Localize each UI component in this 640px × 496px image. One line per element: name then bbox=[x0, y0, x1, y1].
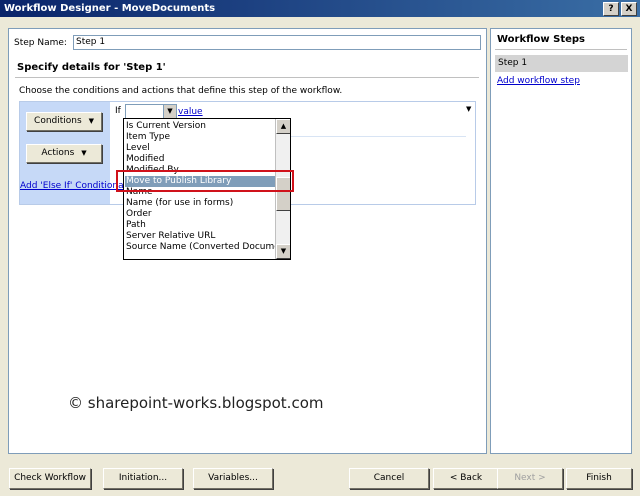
next-button[interactable]: Next > bbox=[497, 468, 563, 489]
actions-button-label: Actions bbox=[41, 148, 75, 158]
workflow-steps-pane: Workflow Steps Step 1 Add workflow step bbox=[490, 28, 632, 454]
chevron-down-icon: ▼ bbox=[81, 149, 87, 157]
conditions-button[interactable]: Conditions ▼ bbox=[26, 112, 102, 131]
step-name-label: Step Name: bbox=[14, 38, 67, 48]
chevron-down-icon[interactable]: ▼ bbox=[163, 105, 176, 118]
footer-bar: Check Workflow Initiation... Variables..… bbox=[0, 458, 640, 496]
if-label: If bbox=[115, 106, 121, 116]
cancel-button[interactable]: Cancel bbox=[349, 468, 429, 489]
variables-button[interactable]: Variables... bbox=[193, 468, 273, 489]
watermark: © sharepoint-works.blogspot.com bbox=[68, 394, 324, 412]
scroll-up-icon[interactable]: ▲ bbox=[276, 119, 290, 134]
divider bbox=[495, 49, 627, 50]
details-heading: Specify details for 'Step 1' bbox=[17, 62, 166, 73]
dropdown-item[interactable]: Is Current Version bbox=[126, 121, 206, 132]
instructions-text: Choose the conditions and actions that d… bbox=[19, 86, 343, 96]
actions-button[interactable]: Actions ▼ bbox=[26, 144, 102, 163]
back-button[interactable]: < Back bbox=[433, 468, 499, 489]
check-workflow-button[interactable]: Check Workflow bbox=[9, 468, 91, 489]
value-link[interactable]: value bbox=[178, 107, 203, 117]
window-title: Workflow Designer - MoveDocuments bbox=[4, 3, 216, 14]
workflow-designer-window: Workflow Designer - MoveDocuments ? X St… bbox=[0, 0, 640, 496]
title-bar: Workflow Designer - MoveDocuments ? X bbox=[0, 0, 640, 17]
dropdown-item[interactable]: Order bbox=[126, 209, 152, 220]
dropdown-item[interactable]: Path bbox=[126, 220, 146, 231]
initiation-button[interactable]: Initiation... bbox=[103, 468, 183, 489]
dropdown-item[interactable]: Level bbox=[126, 143, 150, 154]
chevron-down-icon: ▼ bbox=[88, 117, 94, 125]
add-workflow-step-link[interactable]: Add workflow step bbox=[497, 76, 580, 86]
finish-button[interactable]: Finish bbox=[566, 468, 632, 489]
field-select[interactable]: ▼ bbox=[125, 104, 177, 119]
help-button[interactable]: ? bbox=[603, 2, 619, 16]
dropdown-item[interactable]: Source Name (Converted Document) bbox=[126, 242, 290, 253]
dropdown-item[interactable]: Server Relative URL bbox=[126, 231, 215, 242]
conditions-button-label: Conditions bbox=[34, 116, 82, 126]
workflow-step-item[interactable]: Step 1 bbox=[495, 55, 628, 72]
divider bbox=[15, 77, 479, 78]
step-name-input[interactable]: Step 1 bbox=[73, 35, 481, 50]
close-button[interactable]: X bbox=[621, 2, 637, 16]
condition-menu-arrow-icon[interactable]: ▼ bbox=[466, 105, 471, 113]
dropdown-item[interactable]: Name (for use in forms) bbox=[126, 198, 233, 209]
scroll-down-icon[interactable]: ▼ bbox=[276, 244, 290, 259]
dropdown-item[interactable]: Modified bbox=[126, 154, 164, 165]
workflow-steps-header: Workflow Steps bbox=[497, 34, 586, 45]
highlight-annotation bbox=[116, 170, 294, 192]
dropdown-item[interactable]: Item Type bbox=[126, 132, 170, 143]
